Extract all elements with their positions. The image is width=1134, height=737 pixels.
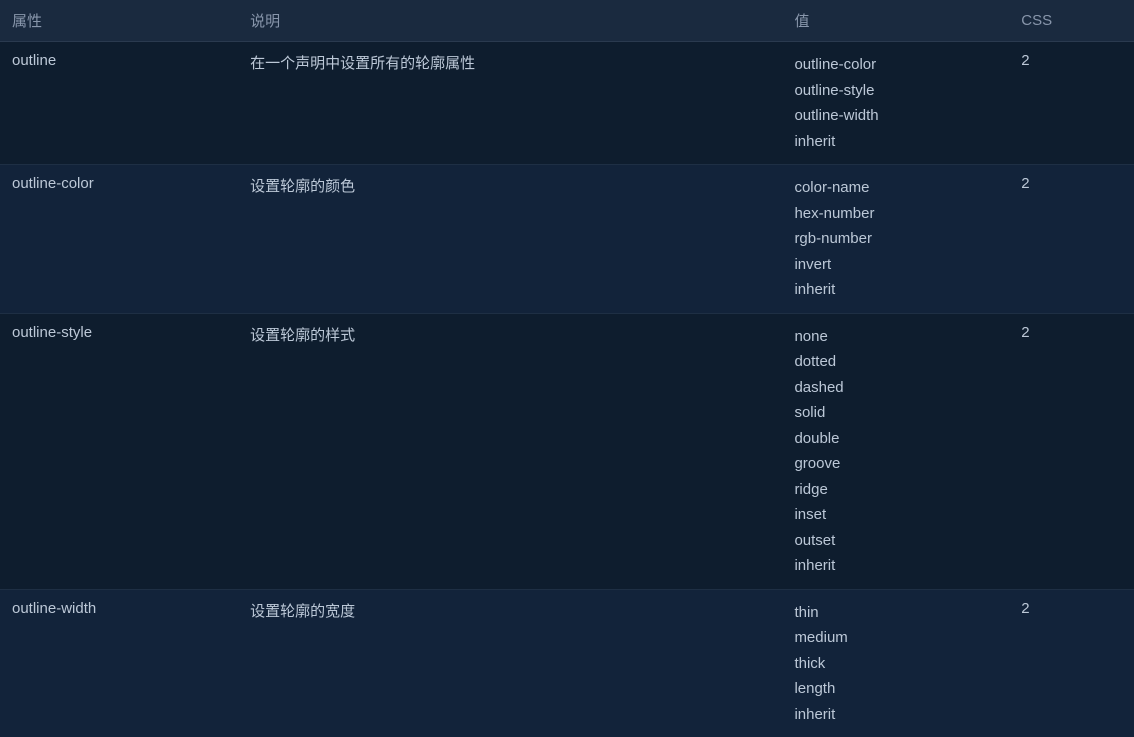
value-item: ridge [794,477,997,503]
cell-css-version: 2 [1009,42,1134,165]
cell-description: 设置轮廓的颜色 [238,165,782,314]
value-item: thick [794,651,997,677]
cell-attribute: outline-width [0,589,238,737]
cell-values: color-namehex-numberrgb-numberinvertinhe… [782,165,1009,314]
value-item: thin [794,600,997,626]
cell-description: 设置轮廓的宽度 [238,589,782,737]
property-link[interactable]: outline-width [12,600,96,617]
value-item: solid [794,400,997,426]
value-item: length [794,676,997,702]
header-attribute: 属性 [0,0,238,42]
cell-description: 在一个声明中设置所有的轮廓属性 [238,42,782,165]
cell-values: thinmediumthicklengthinherit [782,589,1009,737]
property-link[interactable]: outline-color [12,175,94,192]
value-item: none [794,324,997,350]
value-item: inset [794,502,997,528]
value-item: outline-style [794,78,997,104]
value-item: double [794,426,997,452]
table-row: outline-width设置轮廓的宽度thinmediumthicklengt… [0,589,1134,737]
table-body: outline在一个声明中设置所有的轮廓属性outline-coloroutli… [0,42,1134,737]
value-item: dotted [794,349,997,375]
value-item: rgb-number [794,226,997,252]
value-item: dashed [794,375,997,401]
property-link[interactable]: outline [12,52,56,69]
cell-values: nonedotteddashedsoliddoublegrooveridgein… [782,313,1009,589]
value-item: invert [794,252,997,278]
value-item: medium [794,625,997,651]
cell-css-version: 2 [1009,589,1134,737]
value-item: outline-color [794,52,997,78]
table-row: outline在一个声明中设置所有的轮廓属性outline-coloroutli… [0,42,1134,165]
css-properties-table: 属性 说明 值 CSS outline在一个声明中设置所有的轮廓属性outlin… [0,0,1134,737]
cell-attribute: outline-color [0,165,238,314]
header-value: 值 [782,0,1009,42]
value-item: hex-number [794,201,997,227]
header-css: CSS [1009,0,1134,42]
value-item: outset [794,528,997,554]
value-item: inherit [794,129,997,155]
value-item: inherit [794,277,997,303]
cell-description: 设置轮廓的样式 [238,313,782,589]
cell-attribute: outline [0,42,238,165]
cell-css-version: 2 [1009,165,1134,314]
value-item: groove [794,451,997,477]
property-link[interactable]: outline-style [12,324,92,341]
cell-css-version: 2 [1009,313,1134,589]
header-description: 说明 [238,0,782,42]
value-item: outline-width [794,103,997,129]
table-row: outline-color设置轮廓的颜色color-namehex-number… [0,165,1134,314]
cell-attribute: outline-style [0,313,238,589]
value-item: inherit [794,702,997,728]
cell-values: outline-coloroutline-styleoutline-widthi… [782,42,1009,165]
table-header-row: 属性 说明 值 CSS [0,0,1134,42]
value-item: color-name [794,175,997,201]
value-item: inherit [794,553,997,579]
table-row: outline-style设置轮廓的样式nonedotteddashedsoli… [0,313,1134,589]
